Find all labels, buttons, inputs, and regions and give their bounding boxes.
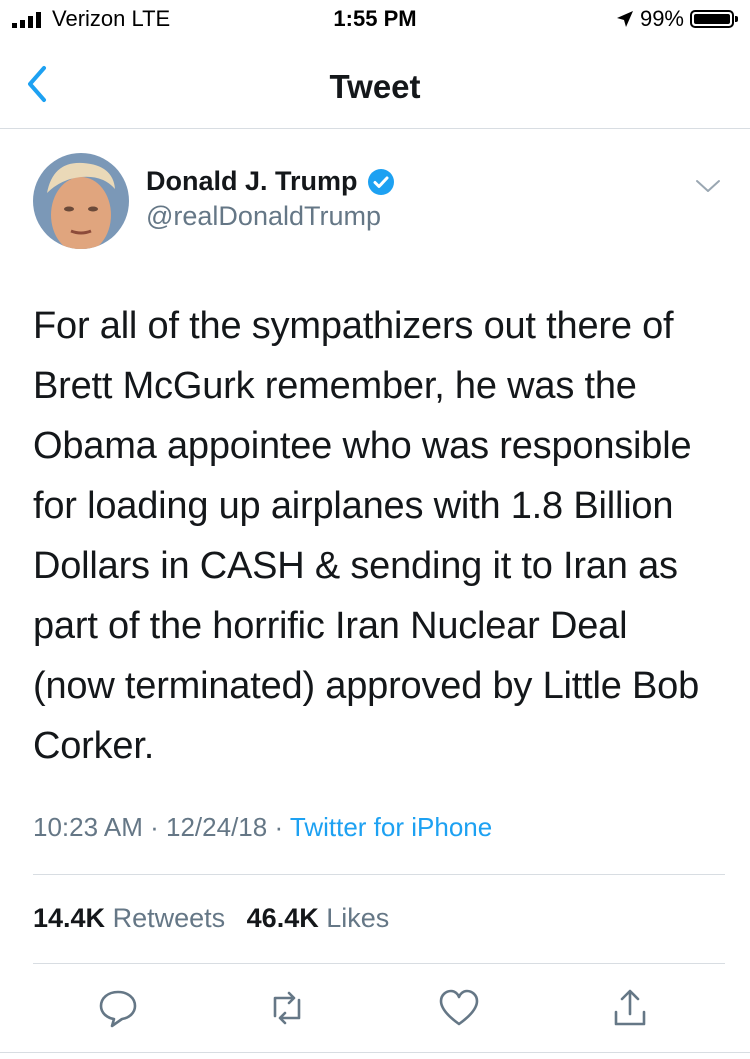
- avatar-image: [33, 153, 129, 249]
- meta-separator: ·: [274, 812, 284, 842]
- reply-icon[interactable]: [96, 986, 140, 1030]
- meta-separator: ·: [150, 812, 159, 842]
- tweet-text: For all of the sympathizers out there of…: [33, 305, 700, 767]
- tweet-meta: 10:23 AM · 12/24/18 · Twitter for iPhone: [33, 812, 492, 843]
- author-handle[interactable]: @realDonaldTrump: [146, 201, 381, 232]
- likes-label: Likes: [326, 903, 390, 933]
- retweets-count: 14.4K: [33, 903, 106, 933]
- location-arrow-icon: [616, 11, 633, 27]
- tweet-stats: 14.4K Retweets 46.4K Likes: [33, 903, 403, 934]
- divider: [33, 963, 725, 964]
- nav-bar: Tweet: [0, 40, 750, 129]
- divider: [33, 874, 725, 875]
- battery-icon: [690, 10, 738, 28]
- tweet-source-link[interactable]: Twitter for iPhone: [290, 812, 492, 842]
- tweet-time: 10:23 AM: [33, 812, 143, 842]
- like-icon[interactable]: [437, 986, 481, 1030]
- chevron-down-icon[interactable]: [694, 176, 722, 196]
- retweets-stat[interactable]: 14.4K Retweets: [33, 903, 225, 933]
- status-bar: Verizon LTE 1:55 PM 99%: [0, 0, 750, 40]
- retweet-icon[interactable]: [265, 986, 309, 1030]
- battery-percent: 99%: [639, 6, 684, 31]
- share-icon[interactable]: [608, 986, 652, 1030]
- tweet-date: 12/24/18: [166, 812, 268, 842]
- page-title: Tweet: [329, 68, 421, 105]
- verified-badge-icon: [367, 168, 394, 195]
- avatar[interactable]: [33, 153, 129, 249]
- battery-fill: [694, 14, 730, 24]
- likes-count: 46.4K: [246, 903, 319, 933]
- author-name-row[interactable]: Donald J. Trump: [146, 166, 396, 197]
- author-name[interactable]: Donald J. Trump: [146, 166, 358, 197]
- likes-stat[interactable]: 46.4K Likes: [247, 903, 390, 933]
- divider: [0, 1052, 750, 1053]
- retweets-label: Retweets: [112, 903, 226, 933]
